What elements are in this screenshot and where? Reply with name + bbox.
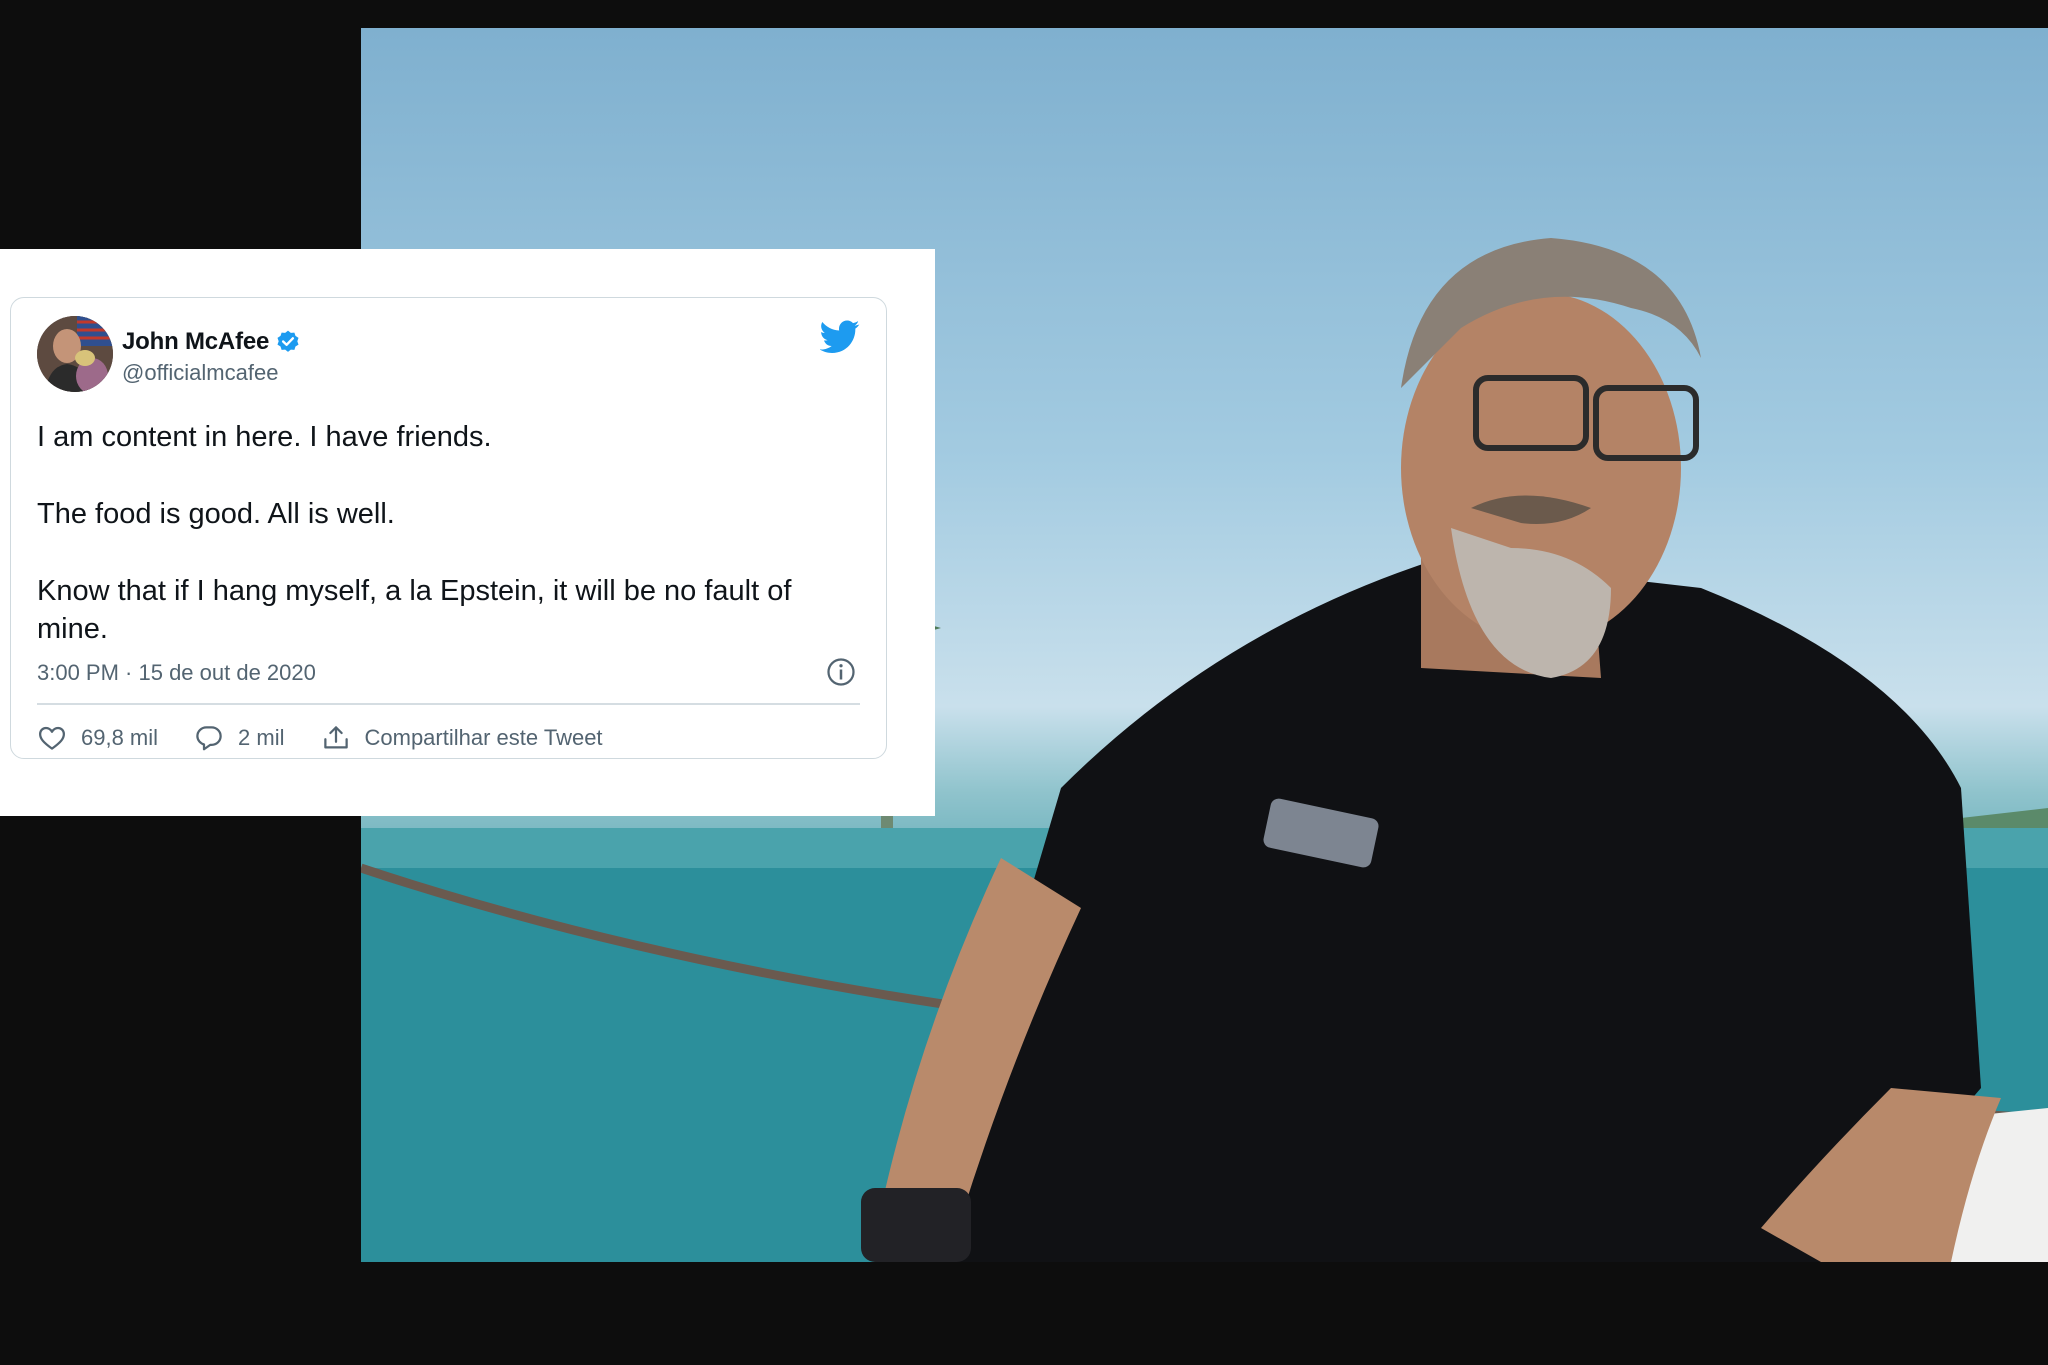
speech-bubble-icon bbox=[196, 726, 222, 751]
tweet-timestamp[interactable]: 3:00 PM · 15 de out de 2020 bbox=[37, 660, 316, 686]
info-icon[interactable] bbox=[826, 657, 856, 687]
tweet-paragraph: I am content in here. I have friends. bbox=[37, 421, 492, 453]
tweet-paragraph: The food is good. All is well. bbox=[37, 498, 395, 530]
avatar-image bbox=[37, 316, 113, 392]
share-label: Compartilhar este Tweet bbox=[364, 725, 603, 750]
divider bbox=[37, 703, 860, 705]
share-icon bbox=[323, 726, 348, 749]
author-handle[interactable]: @officialmcafee bbox=[122, 360, 278, 386]
author-row: John McAfee bbox=[122, 328, 301, 356]
verified-badge-icon bbox=[277, 330, 299, 352]
avatar[interactable] bbox=[37, 316, 113, 392]
like-count: 69,8 mil bbox=[81, 725, 159, 750]
tweet-body: I am content in here. I have friends. Th… bbox=[37, 418, 867, 687]
tweet-embed-frame: John McAfee @officialmcafee I am content… bbox=[0, 249, 935, 816]
share-button[interactable]: Compartilhar este Tweet bbox=[321, 723, 603, 753]
tweet-paragraph: Know that if I hang myself, a la Epstein… bbox=[37, 575, 792, 645]
author-name[interactable]: John McAfee bbox=[122, 328, 269, 356]
tweet-actions: 69,8 mil 2 mil Compartilhar este Tweet bbox=[37, 723, 639, 753]
heart-icon bbox=[39, 726, 65, 750]
tweet-card[interactable]: John McAfee @officialmcafee I am content… bbox=[10, 297, 887, 759]
twitter-bird-icon[interactable] bbox=[820, 320, 860, 354]
like-button[interactable]: 69,8 mil bbox=[37, 723, 158, 753]
reply-button[interactable]: 2 mil bbox=[194, 723, 285, 753]
reply-count: 2 mil bbox=[238, 725, 285, 750]
